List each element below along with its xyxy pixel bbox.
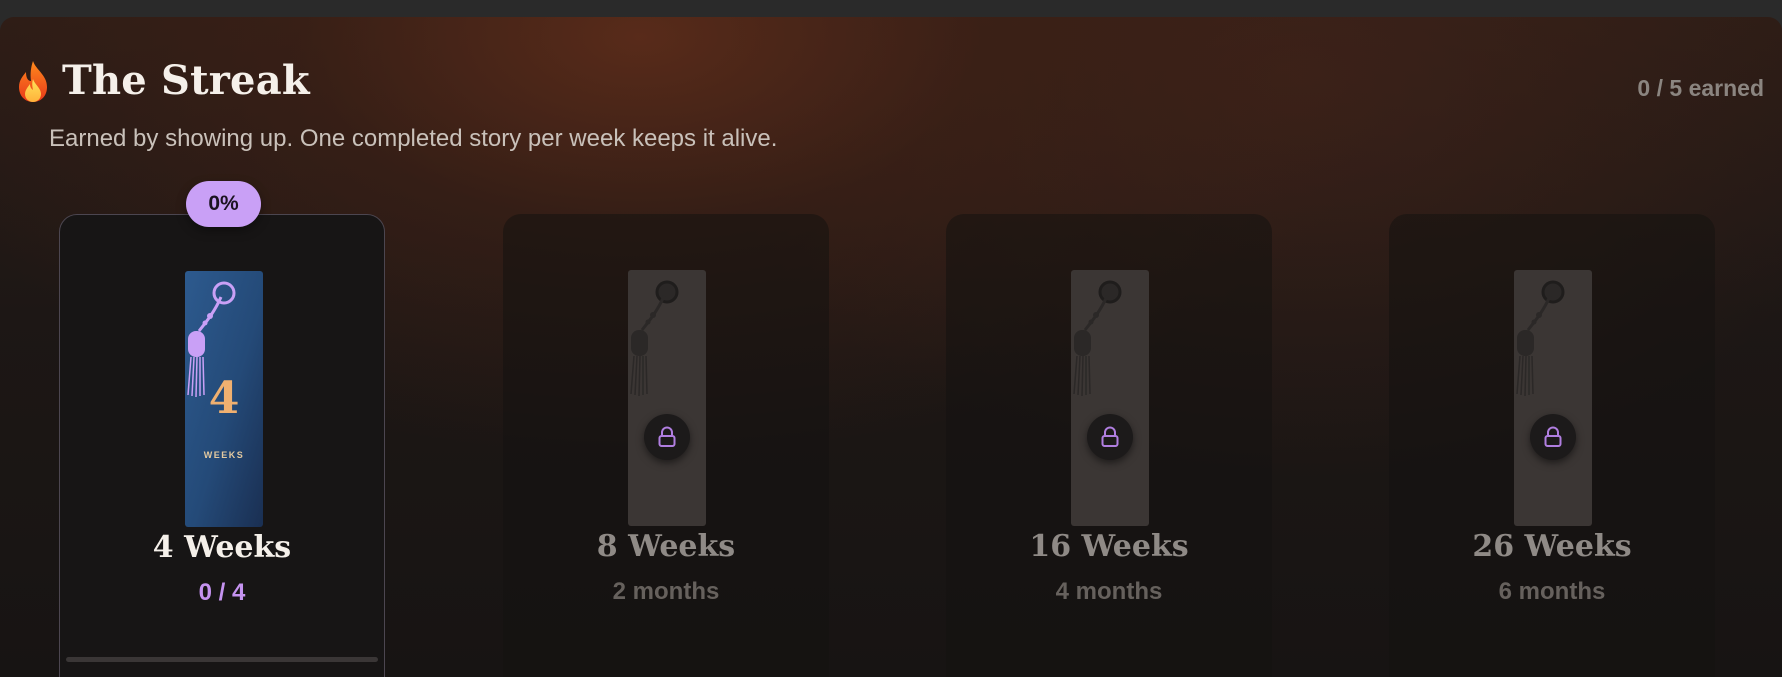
bookmark-badge-icon xyxy=(628,270,706,526)
page-title: The Streak xyxy=(62,57,310,104)
lock-icon xyxy=(1530,414,1576,460)
card-title: 26 Weeks xyxy=(1472,529,1632,564)
earned-count: 0 / 5 earned xyxy=(1637,75,1764,101)
card-title: 16 Weeks xyxy=(1029,529,1189,564)
card-title: 4 Weeks xyxy=(152,530,292,565)
badge-card-8-weeks[interactable]: 8 Weeks 2 months xyxy=(503,214,829,677)
streak-panel: The Streak 0 / 5 earned Earned by showin… xyxy=(0,17,1782,677)
card-title: 8 Weeks xyxy=(596,529,736,564)
lock-icon xyxy=(1087,414,1133,460)
card-duration: 2 months xyxy=(612,578,720,605)
card-duration: 4 months xyxy=(1055,578,1163,605)
lock-icon xyxy=(644,414,690,460)
badge-card-16-weeks[interactable]: 16 Weeks 4 months xyxy=(946,214,1272,677)
badge-card-26-weeks[interactable]: 26 Weeks 6 months xyxy=(1389,214,1715,677)
card-duration: 6 months xyxy=(1498,578,1606,605)
bookmark-badge-icon xyxy=(1514,270,1592,526)
progress-bar xyxy=(66,657,378,662)
progress-percent-badge: 0% xyxy=(186,181,261,227)
page-subtitle: Earned by showing up. One completed stor… xyxy=(49,125,778,152)
streak-header: The Streak xyxy=(14,57,310,104)
bookmark-badge-icon xyxy=(1071,270,1149,526)
badge-number: 4 xyxy=(208,373,240,424)
card-progress-text: 0 / 4 xyxy=(198,579,246,606)
badge-unit: WEEKS xyxy=(203,450,245,460)
badge-card-4-weeks[interactable]: 4 WEEKS 4 Weeks 0 / 4 xyxy=(59,214,385,677)
fire-icon xyxy=(19,60,47,102)
